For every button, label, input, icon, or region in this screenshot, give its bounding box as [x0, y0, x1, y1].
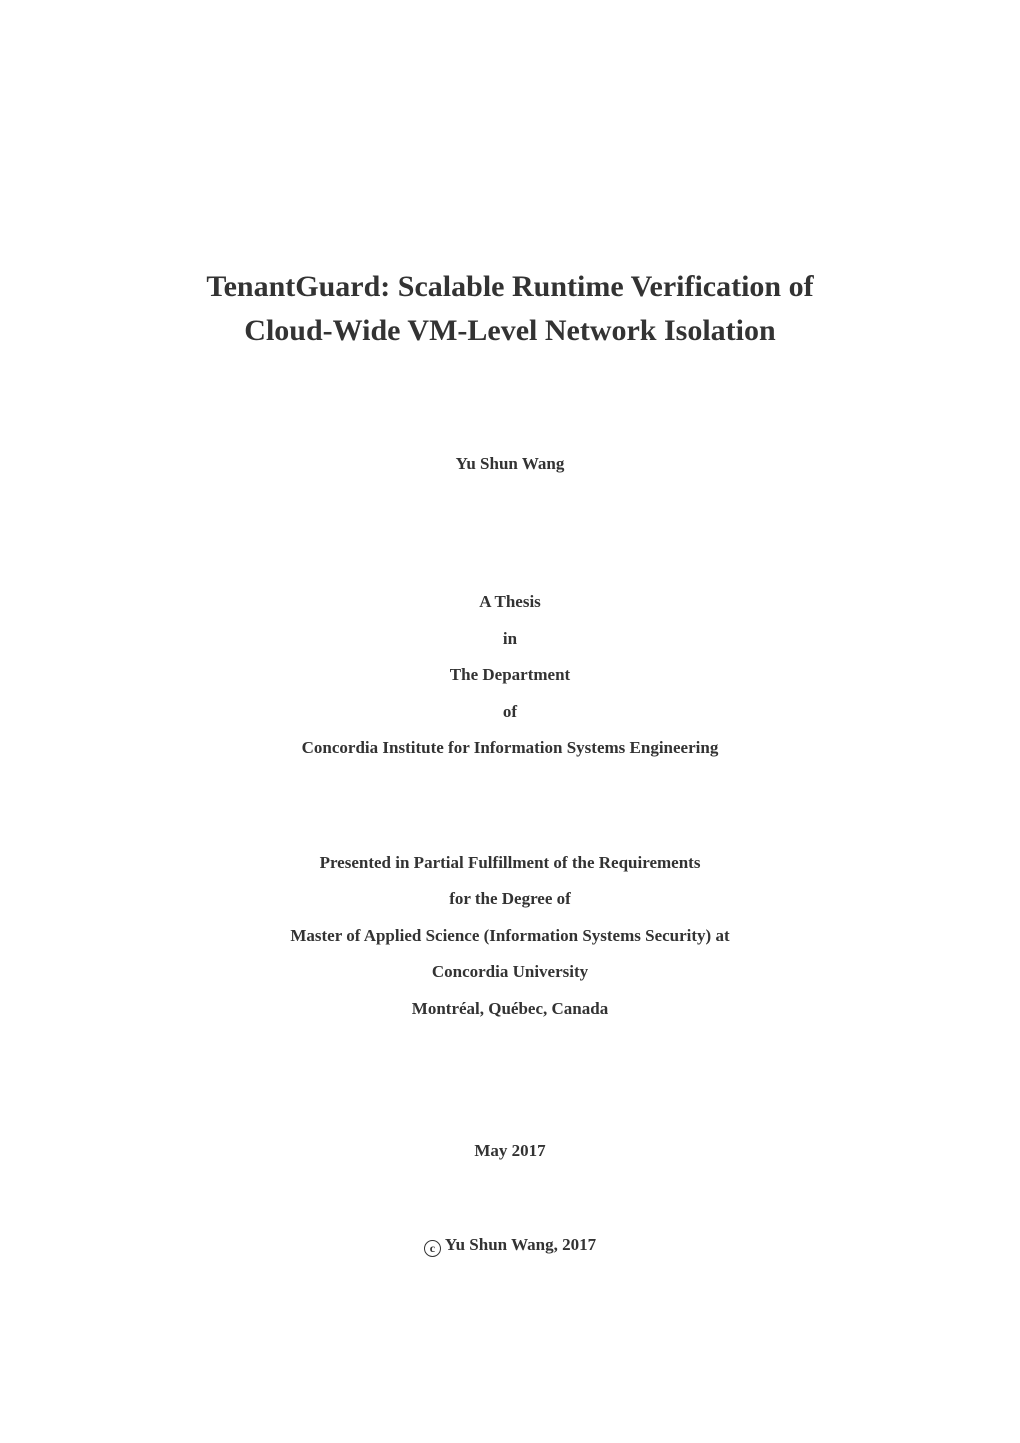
degree-name: Master of Applied Science (Information S…	[120, 918, 900, 955]
degree-fulfillment-block: Presented in Partial Fulfillment of the …	[120, 845, 900, 1028]
of-label: of	[120, 694, 900, 731]
in-label: in	[120, 621, 900, 658]
fulfillment-line-2: for the Degree of	[120, 881, 900, 918]
thesis-label: A Thesis	[120, 584, 900, 621]
copyright-icon: c	[424, 1240, 441, 1257]
copyright-notice: cYu Shun Wang, 2017	[120, 1235, 900, 1257]
author-name: Yu Shun Wang	[120, 454, 900, 474]
university-name: Concordia University	[120, 954, 900, 991]
department-label-1: The Department	[120, 657, 900, 694]
title-block: TenantGuard: Scalable Runtime Verificati…	[120, 0, 900, 352]
copyright-holder: Yu Shun Wang, 2017	[445, 1235, 596, 1254]
thesis-title-page: TenantGuard: Scalable Runtime Verificati…	[0, 0, 1020, 1443]
publication-date: May 2017	[120, 1141, 900, 1161]
title-line-1: TenantGuard: Scalable Runtime Verificati…	[120, 265, 900, 309]
department-name: Concordia Institute for Information Syst…	[120, 730, 900, 767]
fulfillment-line-1: Presented in Partial Fulfillment of the …	[120, 845, 900, 882]
location: Montréal, Québec, Canada	[120, 991, 900, 1028]
thesis-in-department-block: A Thesis in The Department of Concordia …	[120, 584, 900, 767]
title-line-2: Cloud-Wide VM-Level Network Isolation	[120, 309, 900, 353]
